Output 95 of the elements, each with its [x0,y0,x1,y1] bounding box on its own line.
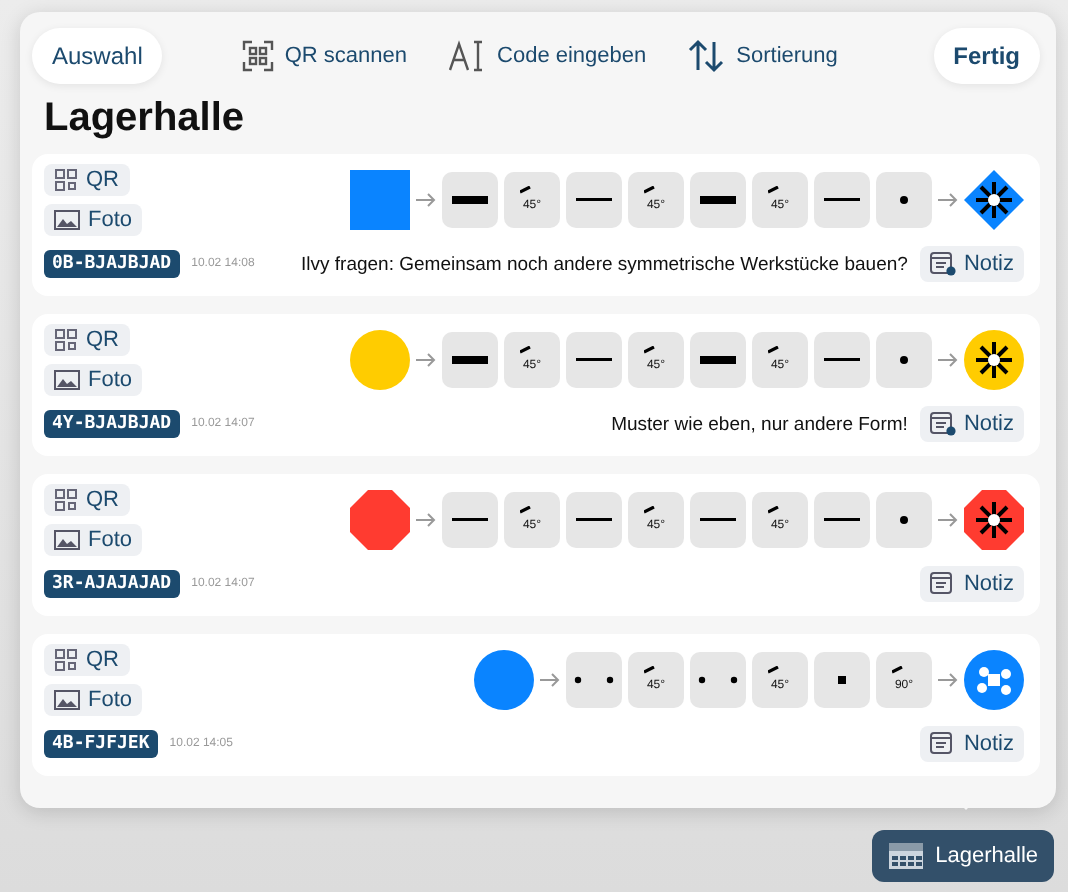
action-label: Code eingeben [497,44,647,68]
thin-line-icon [824,518,860,522]
arrow-icon [938,192,958,208]
sort-arrows-icon [686,38,727,74]
photo-label: Foto [88,688,133,712]
rotate-icon [892,666,904,674]
qr-scan-icon [242,40,275,72]
note-label: Notiz [963,572,1014,596]
done-button[interactable]: Fertig [933,28,1040,84]
note-edit-icon [929,412,956,436]
toolbar-action[interactable]: QR scannen [242,40,408,72]
thin-line-icon [452,518,488,522]
qr-label: QR [86,168,119,192]
arrow-icon [540,672,560,688]
thin-line-icon [576,358,612,362]
arrow-icon [938,352,958,368]
arrow-icon [416,352,436,368]
storage-button[interactable]: Lagerhalle [871,830,1054,882]
select-button[interactable]: Auswahl [32,28,163,84]
rotate-icon [644,666,656,674]
thin-line-icon [700,518,736,522]
storage-icon [887,842,924,870]
rotate-icon [768,186,780,194]
thin-line-icon [824,358,860,362]
thin-line-icon [576,198,612,202]
dot-icon [900,356,908,364]
note-icon [929,732,956,756]
action-label: Sortierung [736,44,838,68]
photo-button[interactable]: Foto [44,684,143,716]
rotate-icon [768,506,780,514]
note-edit-icon [929,252,956,276]
thin-line-icon [576,518,612,522]
qr-button[interactable]: QR [44,324,129,356]
qr-label: QR [86,488,119,512]
qr-icon [54,648,78,672]
arrow-icon [416,512,436,528]
qr-button[interactable]: QR [44,484,129,516]
item-code: 3R-AJAJAJAD [44,570,180,598]
rotate-icon [644,186,656,194]
item-code: 4Y-BJAJBJAD [44,410,180,438]
rotate-icon [520,186,532,194]
rotate-icon [644,346,656,354]
rotate-icon [768,346,780,354]
qr-button[interactable]: QR [44,644,129,676]
qr-label: QR [86,328,119,352]
dot-icon [900,516,908,524]
qr-button[interactable]: QR [44,164,129,196]
note-label: Notiz [963,732,1014,756]
photo-icon [54,210,80,230]
note-text: Muster wie eben, nur andere Form! [609,413,908,435]
item-code: 0B-BJAJBJAD [44,250,180,278]
rotate-icon [520,346,532,354]
arrow-icon [938,672,958,688]
rotate-icon [644,506,656,514]
star-burst-icon [974,180,1014,220]
toolbar-action[interactable]: Code eingeben [447,38,647,74]
photo-icon [54,370,80,390]
note-button[interactable]: Notiz [919,246,1024,282]
text-cursor-icon [447,38,488,74]
photo-button[interactable]: Foto [44,524,143,556]
arrow-icon [416,192,436,208]
photo-label: Foto [88,208,133,232]
toolbar-action[interactable]: Sortierung [686,38,838,74]
photo-button[interactable]: Foto [44,364,143,396]
photo-icon [54,690,80,710]
note-label: Notiz [963,412,1014,436]
photo-label: Foto [88,368,133,392]
rotate-icon [768,666,780,674]
note-text: Ilvy fragen: Gemeinsam noch andere symmetrische Werkstücke bauen? [299,253,908,275]
rotate-icon [520,506,532,514]
star-burst-icon [974,500,1014,540]
two-dots-icon [698,676,738,684]
note-icon [929,572,956,596]
qr-label: QR [86,648,119,672]
action-label: QR scannen [284,44,408,68]
thin-line-icon [824,198,860,202]
two-dots-icon [574,676,614,684]
note-label: Notiz [963,252,1014,276]
note-button[interactable]: Notiz [919,566,1024,602]
small-square-icon [838,676,846,684]
star-burst-icon [974,340,1014,380]
dots-cluster-icon [977,667,1011,695]
photo-icon [54,530,80,550]
item-code: 4B-FJFJEK [44,730,158,758]
photo-label: Foto [88,528,133,552]
dot-icon [900,196,908,204]
note-button[interactable]: Notiz [919,726,1024,762]
qr-icon [54,328,78,352]
note-button[interactable]: Notiz [919,406,1024,442]
qr-icon [54,488,78,512]
arrow-icon [938,512,958,528]
page-title: Lagerhalle [44,96,247,142]
photo-button[interactable]: Foto [44,204,143,236]
storage-label: Lagerhalle [935,844,1038,868]
qr-icon [54,168,78,192]
